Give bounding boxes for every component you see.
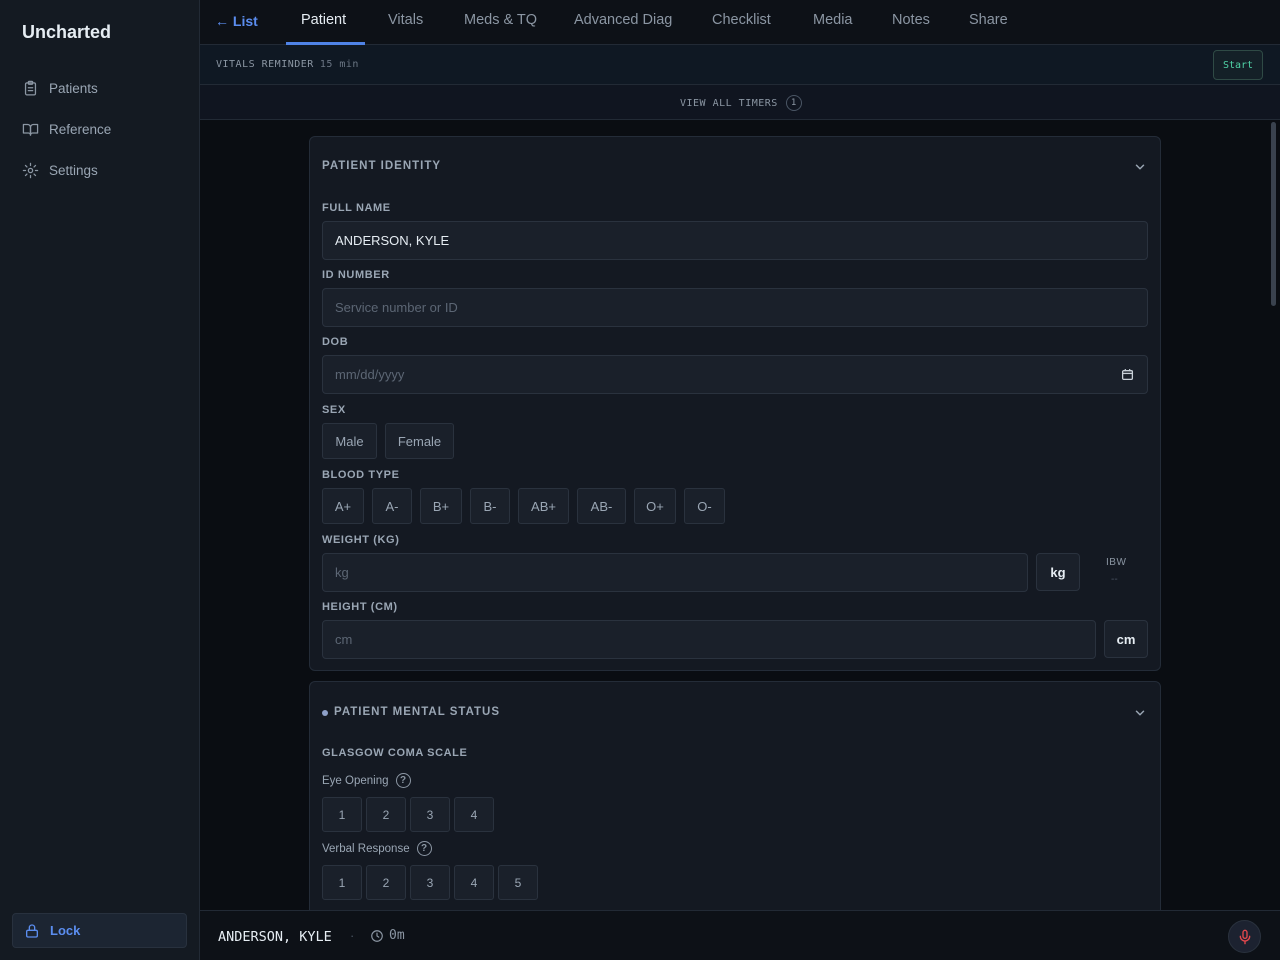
timers-label: VIEW ALL TIMERS bbox=[680, 97, 778, 109]
footer-elapsed-timer: 0m bbox=[370, 928, 405, 943]
ibw-value: -- bbox=[1111, 574, 1118, 585]
blood-type-ab-pos[interactable]: AB+ bbox=[518, 488, 569, 524]
blood-type-a-pos[interactable]: A+ bbox=[322, 488, 364, 524]
eye-opening-option-2[interactable]: 2 bbox=[366, 797, 406, 832]
id-number-field[interactable] bbox=[322, 288, 1148, 327]
eye-opening-option-3[interactable]: 3 bbox=[410, 797, 450, 832]
blood-type-b-neg[interactable]: B- bbox=[470, 488, 510, 524]
vitals-reminder-bar: VITALS REMINDER 15 min Start bbox=[200, 45, 1280, 85]
card-title: PATIENT IDENTITY bbox=[322, 160, 442, 172]
reminder-interval: 15 min bbox=[319, 59, 359, 70]
tab-checklist[interactable]: Checklist bbox=[712, 12, 771, 28]
verbal-response-label: Verbal Response ? bbox=[322, 841, 432, 856]
verbal-response-option-3[interactable]: 3 bbox=[410, 865, 450, 900]
start-timer-button[interactable]: Start bbox=[1213, 50, 1263, 80]
verbal-response-option-2[interactable]: 2 bbox=[366, 865, 406, 900]
book-icon bbox=[22, 123, 39, 136]
ibw-label: IBW bbox=[1106, 557, 1127, 568]
height-field[interactable] bbox=[322, 620, 1096, 659]
weight-unit-button[interactable]: kg bbox=[1036, 553, 1080, 591]
blood-type-a-neg[interactable]: A- bbox=[372, 488, 412, 524]
tab-meds-tq[interactable]: Meds & TQ bbox=[464, 12, 537, 28]
sidebar-item-reference[interactable]: Reference bbox=[22, 117, 111, 141]
sex-label: SEX bbox=[322, 404, 346, 416]
verbal-response-option-5[interactable]: 5 bbox=[498, 865, 538, 900]
weight-field[interactable] bbox=[322, 553, 1028, 592]
reminder-title: VITALS REMINDER bbox=[216, 59, 314, 70]
gear-icon bbox=[22, 162, 39, 178]
sidebar: Uncharted Patients Reference Settings Lo… bbox=[0, 0, 200, 960]
lock-icon bbox=[26, 923, 38, 938]
footer-patient-name: ANDERSON, KYLE bbox=[218, 929, 332, 945]
blood-type-ab-neg[interactable]: AB- bbox=[577, 488, 626, 524]
lock-label: Lock bbox=[50, 923, 81, 938]
tab-advanced-diag[interactable]: Advanced Diag bbox=[574, 12, 672, 28]
tab-notes[interactable]: Notes bbox=[892, 12, 930, 28]
eye-opening-option-1[interactable]: 1 bbox=[322, 797, 362, 832]
tab-vitals[interactable]: Vitals bbox=[388, 12, 423, 28]
footer-bar: ANDERSON, KYLE · 0m bbox=[200, 910, 1280, 960]
scrollbar[interactable] bbox=[1271, 122, 1276, 306]
blood-type-o-pos[interactable]: O+ bbox=[634, 488, 676, 524]
main-content: PATIENT IDENTITY FULL NAME ID NUMBER DOB… bbox=[200, 120, 1280, 910]
sidebar-item-patients[interactable]: Patients bbox=[22, 76, 98, 100]
sidebar-item-label: Settings bbox=[49, 162, 98, 178]
back-to-list-link[interactable]: ← List bbox=[215, 13, 258, 29]
sex-option-male[interactable]: Male bbox=[322, 423, 377, 459]
footer-separator: · bbox=[350, 928, 355, 943]
elapsed-time: 0m bbox=[389, 928, 405, 943]
lock-button[interactable]: Lock bbox=[12, 913, 187, 948]
microphone-button[interactable] bbox=[1228, 920, 1261, 953]
eye-opening-text: Eye Opening bbox=[322, 774, 389, 787]
top-bar: ← List Patient Vitals Meds & TQ Advanced… bbox=[200, 0, 1280, 45]
clipboard-icon bbox=[24, 80, 37, 96]
sidebar-item-label: Patients bbox=[49, 80, 98, 96]
app-title: Uncharted bbox=[22, 22, 112, 42]
tab-share[interactable]: Share bbox=[969, 12, 1008, 28]
eye-opening-label: Eye Opening ? bbox=[322, 773, 411, 788]
help-icon[interactable]: ? bbox=[395, 773, 411, 788]
weight-label: WEIGHT (KG) bbox=[322, 534, 400, 546]
timers-bar: VIEW ALL TIMERS 1 bbox=[200, 85, 1280, 120]
blood-type-o-neg[interactable]: O- bbox=[684, 488, 725, 524]
sex-option-female[interactable]: Female bbox=[385, 423, 454, 459]
calendar-icon[interactable] bbox=[1121, 368, 1134, 381]
chevron-down-icon[interactable] bbox=[1133, 706, 1147, 720]
card-title: PATIENT MENTAL STATUS bbox=[334, 706, 501, 718]
sidebar-item-label: Reference bbox=[49, 121, 112, 137]
eye-opening-option-4[interactable]: 4 bbox=[454, 797, 494, 832]
status-dot bbox=[322, 710, 328, 716]
gcs-label: GLASGOW COMA SCALE bbox=[322, 747, 468, 759]
id-number-label: ID NUMBER bbox=[322, 269, 390, 281]
clock-icon bbox=[371, 929, 383, 942]
tab-media[interactable]: Media bbox=[813, 12, 853, 28]
full-name-label: FULL NAME bbox=[322, 202, 391, 214]
blood-type-b-pos[interactable]: B+ bbox=[420, 488, 462, 524]
full-name-field[interactable] bbox=[322, 221, 1148, 260]
reminder-label: VITALS REMINDER 15 min bbox=[216, 59, 359, 70]
dob-field[interactable] bbox=[322, 355, 1148, 394]
dob-label: DOB bbox=[322, 336, 349, 348]
sidebar-item-settings[interactable]: Settings bbox=[22, 158, 98, 182]
patient-mental-status-card: PATIENT MENTAL STATUS GLASGOW COMA SCALE… bbox=[309, 681, 1161, 910]
tab-patient[interactable]: Patient bbox=[301, 12, 346, 28]
patient-identity-card: PATIENT IDENTITY FULL NAME ID NUMBER DOB… bbox=[309, 136, 1161, 671]
help-icon[interactable]: ? bbox=[416, 841, 432, 856]
blood-type-label: BLOOD TYPE bbox=[322, 469, 400, 481]
verbal-response-option-1[interactable]: 1 bbox=[322, 865, 362, 900]
height-unit-button[interactable]: cm bbox=[1104, 620, 1148, 658]
timers-count-badge: 1 bbox=[785, 95, 802, 111]
chevron-down-icon[interactable] bbox=[1133, 160, 1147, 174]
view-all-timers-link[interactable]: VIEW ALL TIMERS 1 bbox=[680, 95, 802, 111]
height-label: HEIGHT (CM) bbox=[322, 601, 398, 613]
verbal-response-text: Verbal Response bbox=[322, 842, 410, 855]
microphone-icon bbox=[1239, 929, 1250, 944]
verbal-response-option-4[interactable]: 4 bbox=[454, 865, 494, 900]
